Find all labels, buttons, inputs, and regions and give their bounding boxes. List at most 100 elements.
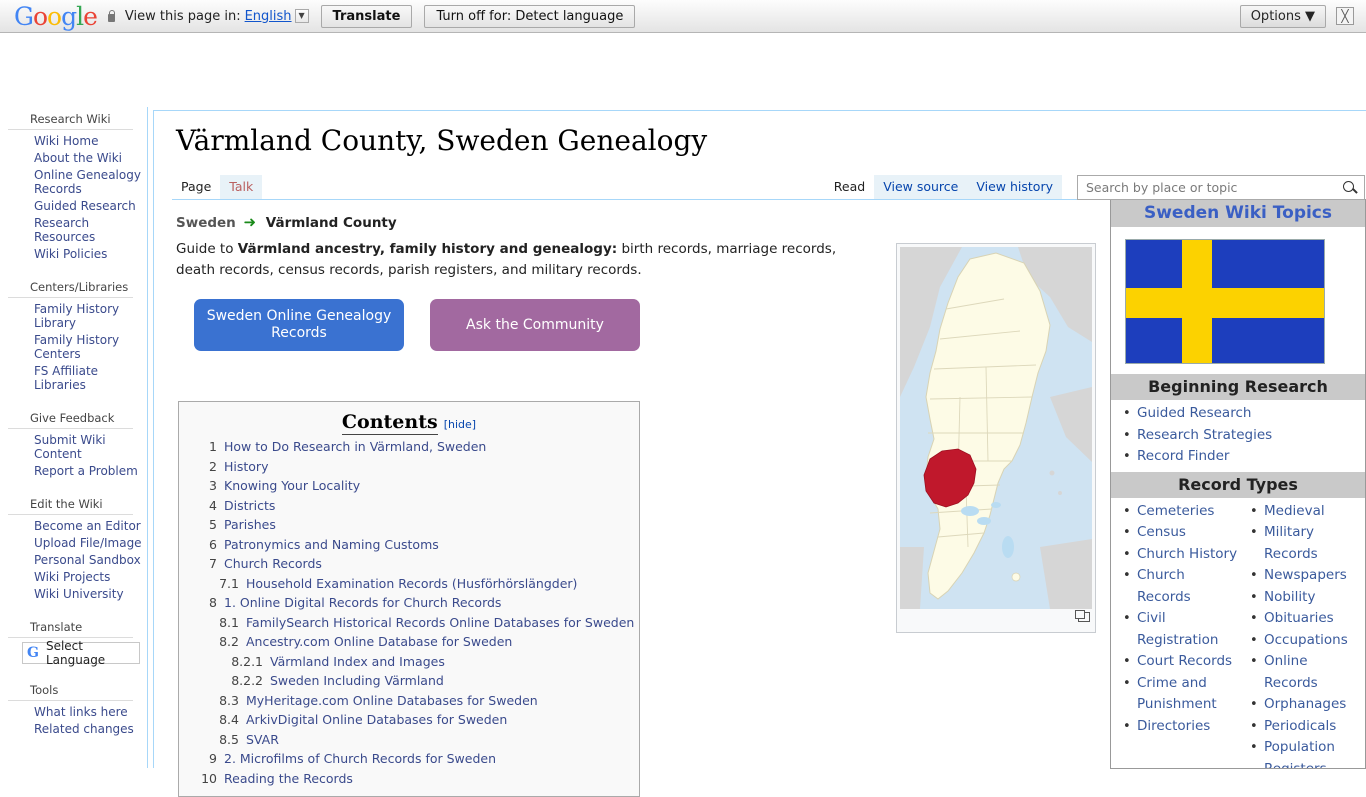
toc-link[interactable]: How to Do Research in Värmland, Sweden [224, 437, 486, 457]
toc-entry[interactable]: 2 History [179, 457, 639, 477]
sidebar-link[interactable]: Personal Sandbox [34, 553, 141, 567]
search-input[interactable] [1084, 179, 1342, 196]
sidebar-link[interactable]: Guided Research [34, 199, 136, 213]
expand-icon[interactable] [1075, 610, 1090, 622]
list-item[interactable]: Church History [1123, 544, 1238, 566]
topic-link[interactable]: Occupations [1264, 632, 1348, 648]
sidebar-item-personal-sandbox[interactable]: Personal Sandbox [34, 552, 147, 569]
sidebar-link[interactable]: Report a Problem [34, 464, 138, 478]
tab-read[interactable]: Read [824, 175, 875, 199]
toc-link[interactable]: Districts [224, 496, 275, 516]
map-figure[interactable] [896, 243, 1096, 633]
list-item[interactable]: Guided Research [1123, 403, 1365, 425]
topic-link[interactable]: Guided Research [1137, 405, 1251, 421]
sidebar-item-online-genealogy-records[interactable]: Online Genealogy Records [34, 167, 147, 198]
sidebar-link[interactable]: Wiki Policies [34, 247, 107, 261]
sidebar-item-guided-research[interactable]: Guided Research [34, 198, 147, 215]
sidebar-link[interactable]: Family History Centers [34, 333, 147, 361]
list-item[interactable]: Population Registers [1250, 737, 1365, 768]
toc-link[interactable]: Parishes [224, 515, 276, 535]
toc-entry[interactable]: 9 2. Microfilms of Church Records for Swe… [179, 749, 639, 769]
toc-entry[interactable]: 3 Knowing Your Locality [179, 476, 639, 496]
toc-link[interactable]: Patronymics and Naming Customs [224, 535, 439, 555]
list-item[interactable]: Directories [1123, 716, 1238, 738]
sidebar-item-become-an-editor[interactable]: Become an Editor [34, 518, 147, 535]
sidebar-link[interactable]: FS Affiliate Libraries [34, 364, 147, 392]
toc-link[interactable]: History [224, 457, 268, 477]
list-item[interactable]: Orphanages [1250, 694, 1365, 716]
sidebar-link[interactable]: Research Resources [34, 216, 147, 244]
chevron-down-icon[interactable]: ▼ [294, 9, 309, 23]
list-item[interactable]: Cemeteries [1123, 501, 1238, 523]
toc-link[interactable]: ArkivDigital Online Databases for Sweden [246, 710, 507, 730]
toc-entry[interactable]: 8.2.2 Sweden Including Värmland [179, 671, 639, 691]
toc-entry[interactable]: 8.1 FamilySearch Historical Records Onlin… [179, 613, 639, 633]
list-item[interactable]: Occupations [1250, 630, 1365, 652]
topic-link[interactable]: Military Records [1264, 524, 1318, 562]
sidebar-item-wiki-policies[interactable]: Wiki Policies [34, 246, 147, 263]
list-item[interactable]: Census [1123, 522, 1238, 544]
translate-language-link[interactable]: English [245, 9, 292, 24]
toc-entry[interactable]: 8.3 MyHeritage.com Online Databases for S… [179, 691, 639, 711]
list-item[interactable]: Newspapers [1250, 565, 1365, 587]
search-icon[interactable] [1342, 180, 1358, 196]
topic-link[interactable]: Cemeteries [1137, 503, 1214, 519]
toc-entry[interactable]: 6 Patronymics and Naming Customs [179, 535, 639, 555]
toc-link[interactable]: Värmland Index and Images [270, 652, 445, 672]
list-item[interactable]: Research Strategies [1123, 425, 1365, 447]
sidebar-item-wiki-university[interactable]: Wiki University [34, 586, 147, 603]
toc-entry[interactable]: 8.2.1 Värmland Index and Images [179, 652, 639, 672]
toc-entry[interactable]: 7 Church Records [179, 554, 639, 574]
topic-link[interactable]: Church History [1137, 546, 1237, 562]
sidebar-link[interactable]: Family History Library [34, 302, 147, 330]
topic-link[interactable]: Population Registers [1264, 739, 1335, 768]
sidebar-item-submit-wiki-content[interactable]: Submit Wiki Content [34, 432, 147, 463]
sidebar-item-wiki-home[interactable]: Wiki Home [34, 133, 147, 150]
translate-button[interactable]: Translate [320, 4, 413, 28]
list-item[interactable]: Obituaries [1250, 608, 1365, 630]
toc-entry[interactable]: 10 Reading the Records [179, 769, 639, 789]
topic-link[interactable]: Court Records [1137, 653, 1232, 669]
tab-view-history[interactable]: View history [967, 175, 1062, 199]
toc-link[interactable]: 1. Online Digital Records for Church Rec… [224, 593, 501, 613]
sidebar-item-research-resources[interactable]: Research Resources [34, 215, 147, 246]
toc-link[interactable]: Knowing Your Locality [224, 476, 360, 496]
toc-link[interactable]: Church Records [224, 554, 322, 574]
topic-link[interactable]: Crime and Punishment [1137, 675, 1217, 713]
toc-link[interactable]: Household Examination Records (Husförhör… [246, 574, 577, 594]
list-item[interactable]: Record Finder [1123, 446, 1365, 468]
topic-link[interactable]: Nobility [1264, 589, 1315, 605]
sidebar-item-report-a-problem[interactable]: Report a Problem [34, 463, 147, 480]
list-item[interactable]: Court Records [1123, 651, 1238, 673]
sidebar-item-family-history-centers[interactable]: Family History Centers [34, 332, 147, 363]
topic-link[interactable]: Online Records [1264, 653, 1318, 691]
toc-entry[interactable]: 8.5 SVAR [179, 730, 639, 750]
toc-entry[interactable]: 5 Parishes [179, 515, 639, 535]
tab-talk[interactable]: Talk [220, 175, 263, 199]
sidebar-link[interactable]: Wiki University [34, 587, 124, 601]
select-language-widget[interactable]: G Select Language [22, 639, 140, 667]
sidebar-link[interactable]: Online Genealogy Records [34, 168, 147, 196]
sidebar-item-fs-affiliate-libraries[interactable]: FS Affiliate Libraries [34, 363, 147, 394]
topic-link[interactable]: Church Records [1137, 567, 1191, 605]
toc-link[interactable]: MyHeritage.com Online Databases for Swed… [246, 691, 538, 711]
sidebar-link[interactable]: Wiki Projects [34, 570, 110, 584]
toc-link[interactable]: Ancestry.com Online Database for Sweden [246, 632, 512, 652]
toc-hide-link[interactable]: [hide] [444, 418, 476, 431]
breadcrumb-parent[interactable]: Sweden [176, 215, 236, 231]
topic-link[interactable]: Census [1137, 524, 1186, 540]
sidebar-item-about-the-wiki[interactable]: About the Wiki [34, 150, 147, 167]
toc-entry[interactable]: 1 How to Do Research in Värmland, Sweden [179, 437, 639, 457]
topic-link[interactable]: Periodicals [1264, 718, 1336, 734]
sidebar-link[interactable]: Submit Wiki Content [34, 433, 147, 461]
toc-link[interactable]: Reading the Records [224, 769, 353, 789]
toc-link[interactable]: SVAR [246, 730, 279, 750]
sidebar-item-upload-file-image[interactable]: Upload File/Image [34, 535, 147, 552]
toc-link[interactable]: 2. Microfilms of Church Records for Swed… [224, 749, 496, 769]
toc-link[interactable]: FamilySearch Historical Records Online D… [246, 613, 634, 633]
sidebar-link[interactable]: About the Wiki [34, 151, 122, 165]
toc-entry[interactable]: 8.4 ArkivDigital Online Databases for Swe… [179, 710, 639, 730]
sweden-map-image[interactable] [900, 247, 1092, 609]
sidebar-item-related-changes[interactable]: Related changes [34, 721, 147, 738]
sweden-online-genealogy-records-button[interactable]: Sweden Online Genealogy Records [194, 299, 404, 351]
